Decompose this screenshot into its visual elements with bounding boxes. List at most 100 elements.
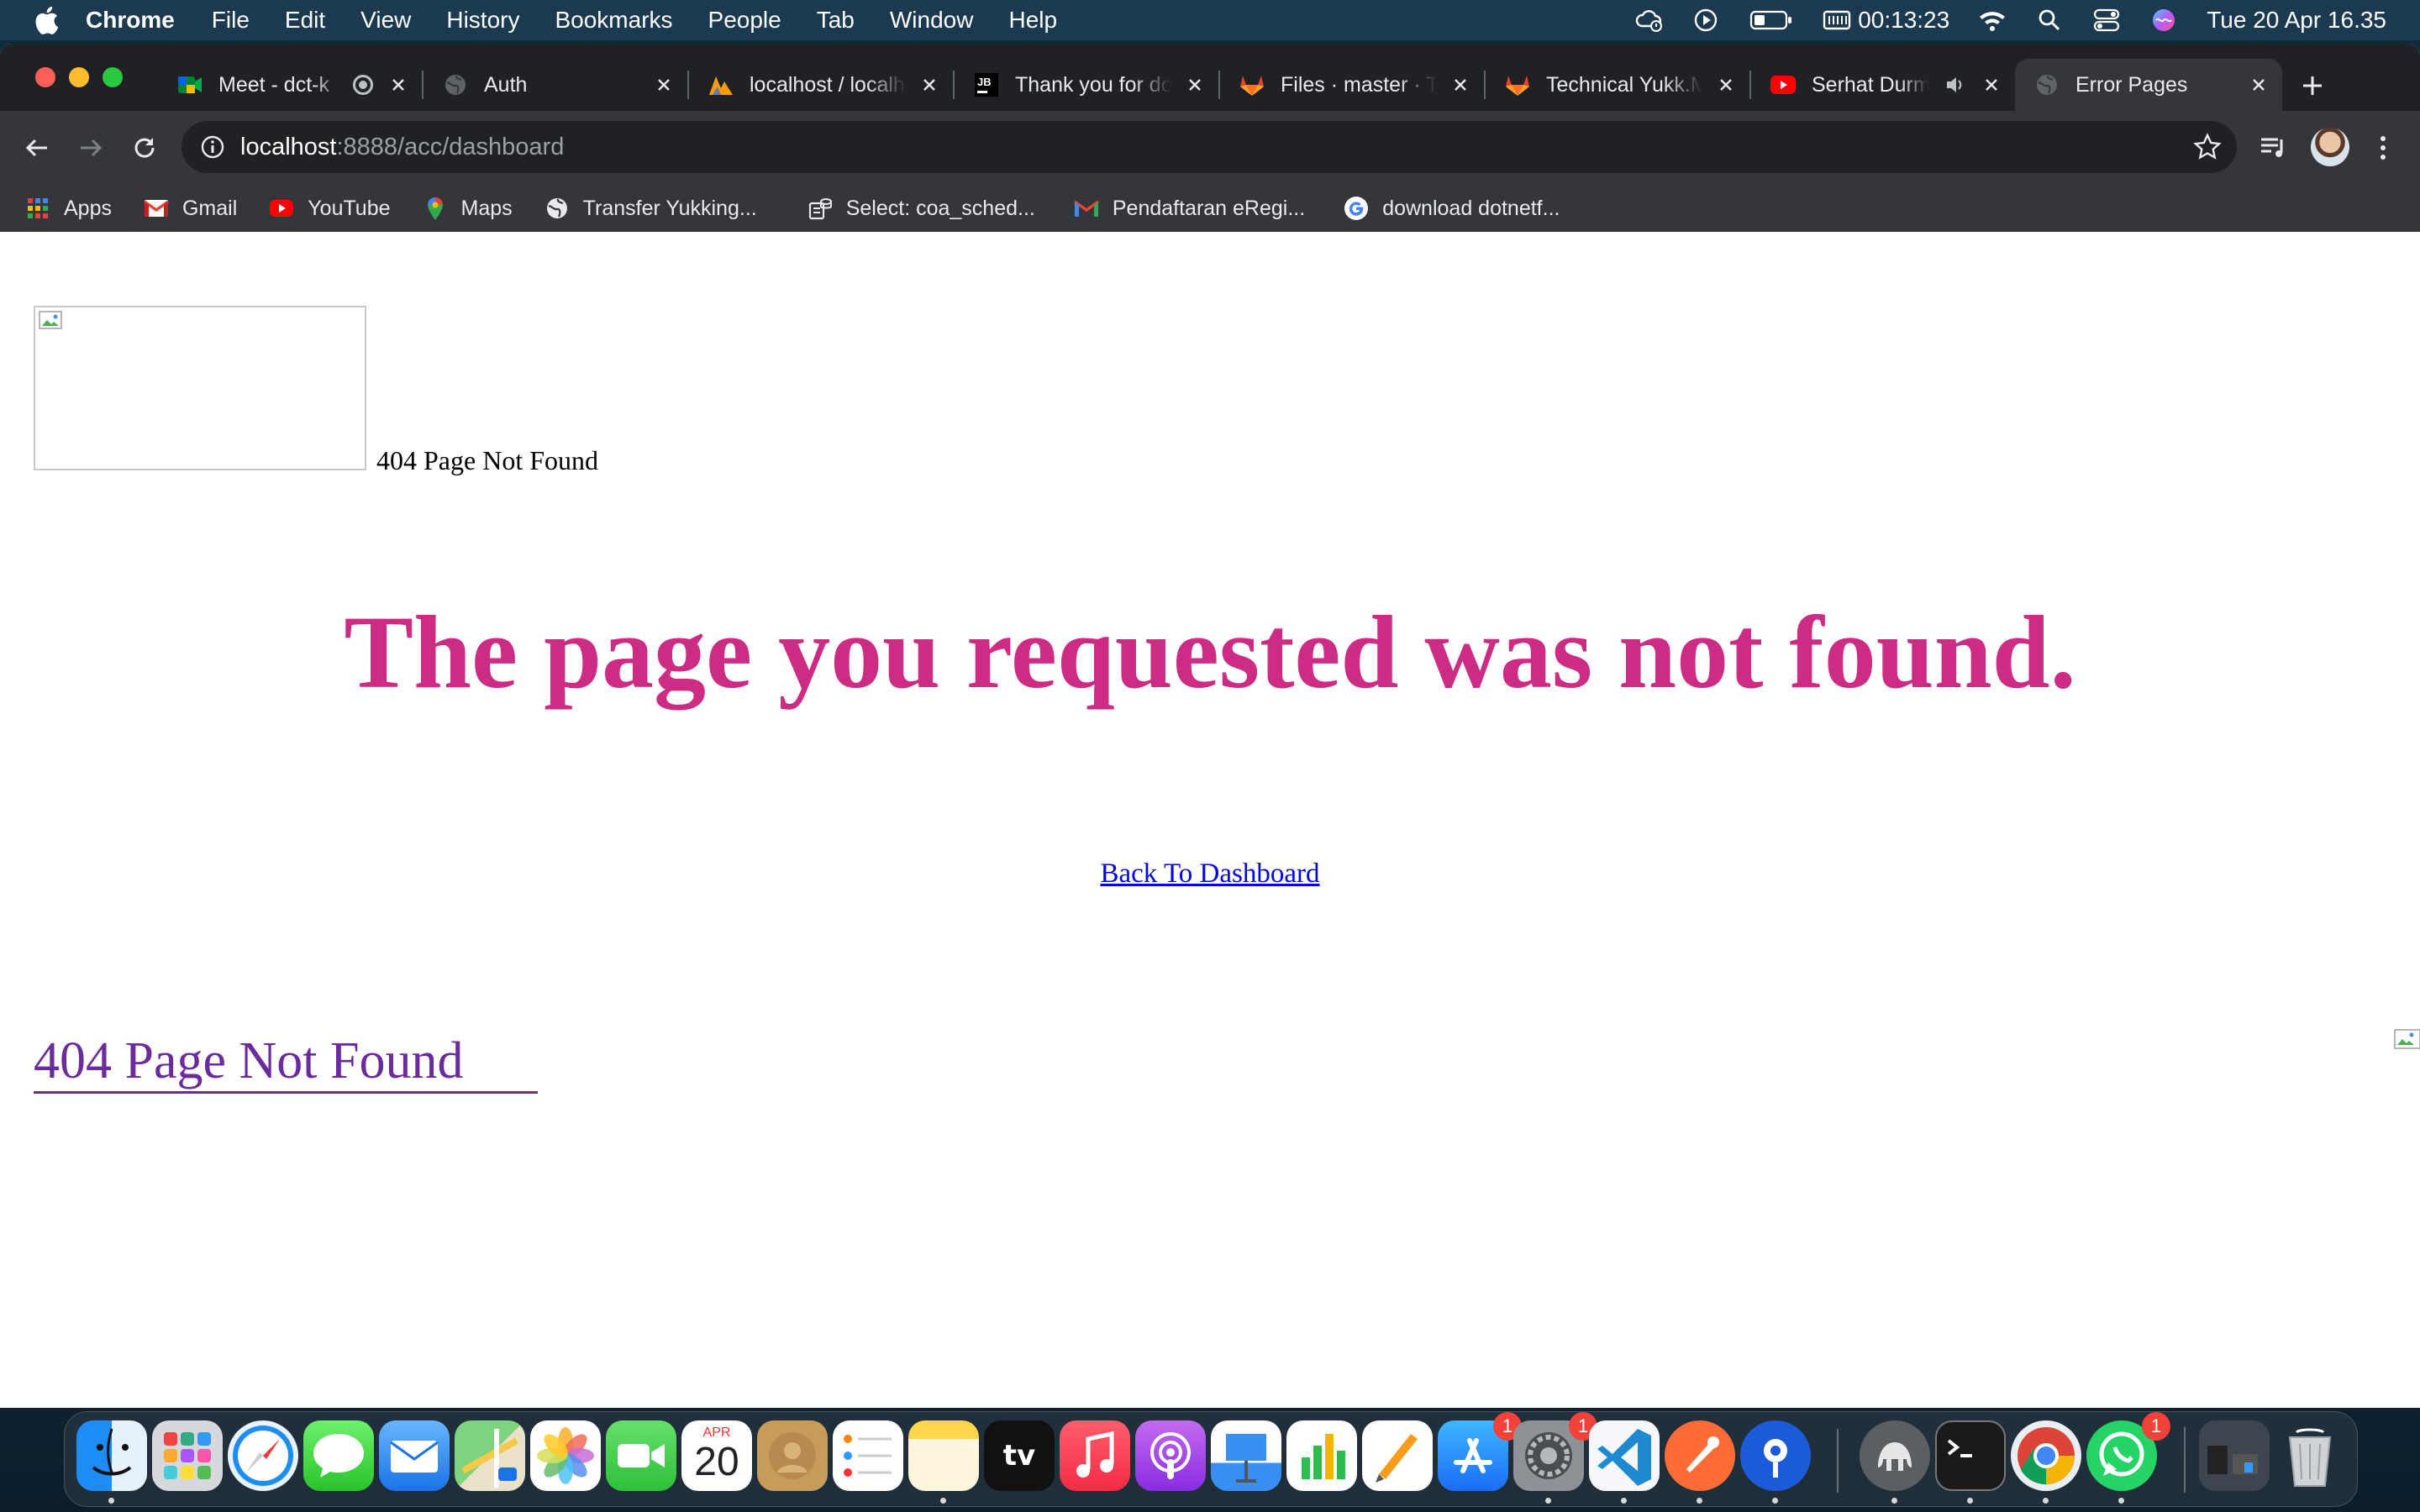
photos-icon[interactable] bbox=[530, 1420, 601, 1491]
cloud-sync-icon[interactable] bbox=[1634, 6, 1663, 34]
tab-close-icon[interactable] bbox=[652, 73, 676, 97]
mail-icon[interactable] bbox=[379, 1420, 450, 1491]
window-minimize-button[interactable] bbox=[69, 67, 89, 87]
bookmark-dotnet[interactable]: download dotnetf... bbox=[1344, 196, 1560, 221]
bookmark-youtube[interactable]: YouTube bbox=[269, 196, 391, 221]
play-circle-icon[interactable] bbox=[1691, 6, 1720, 34]
svg-text:JB: JB bbox=[977, 76, 992, 88]
tab-phpmyadmin[interactable]: localhost / localh bbox=[689, 59, 955, 111]
numbers-icon[interactable] bbox=[1286, 1420, 1357, 1491]
tab-close-icon[interactable] bbox=[387, 73, 410, 97]
tab-auth[interactable]: Auth bbox=[424, 59, 689, 111]
chrome-window: Meet - dct-k Auth localhost / localh JB … bbox=[0, 44, 2420, 1408]
tab-close-icon[interactable] bbox=[1449, 73, 1472, 97]
apple-menu-icon[interactable] bbox=[34, 5, 64, 35]
tab-meet[interactable]: Meet - dct-k bbox=[158, 59, 424, 111]
contacts-icon[interactable] bbox=[757, 1420, 828, 1491]
maps-icon[interactable] bbox=[455, 1420, 525, 1491]
tab-jetbrains[interactable]: JB Thank you for do bbox=[955, 59, 1220, 111]
bookmark-transfer[interactable]: Transfer Yukking... bbox=[544, 196, 757, 221]
menu-app-name[interactable]: Chrome bbox=[86, 7, 175, 34]
bookmark-apps[interactable]: Apps bbox=[25, 196, 112, 221]
tab-close-icon[interactable] bbox=[1714, 73, 1738, 97]
running-indicator bbox=[1967, 1498, 1973, 1504]
tab-close-icon[interactable] bbox=[2247, 73, 2270, 97]
messages-icon[interactable] bbox=[303, 1420, 374, 1491]
bookmark-star-icon[interactable] bbox=[2193, 133, 2222, 161]
notes-icon[interactable] bbox=[908, 1420, 979, 1491]
menu-edit[interactable]: Edit bbox=[285, 7, 325, 34]
tab-gitlab-technical[interactable]: Technical Yukk.M bbox=[1486, 59, 1751, 111]
back-to-dashboard-link[interactable]: Back To Dashboard bbox=[1100, 858, 1319, 889]
pages-icon[interactable] bbox=[1362, 1420, 1433, 1491]
calendar-icon[interactable]: APR 20 bbox=[681, 1420, 752, 1491]
tab-error-pages[interactable]: Error Pages bbox=[2015, 59, 2282, 111]
menu-history[interactable]: History bbox=[446, 7, 519, 34]
tab-close-icon[interactable] bbox=[918, 73, 941, 97]
podcasts-icon[interactable] bbox=[1135, 1420, 1206, 1491]
dock-divider bbox=[1837, 1429, 1839, 1493]
siri-icon[interactable] bbox=[2149, 6, 2178, 34]
menu-window[interactable]: Window bbox=[890, 7, 974, 34]
running-indicator bbox=[1891, 1498, 1897, 1504]
facetime-icon[interactable] bbox=[606, 1420, 676, 1491]
terminal-icon[interactable] bbox=[1935, 1420, 2006, 1491]
menu-view[interactable]: View bbox=[360, 7, 411, 34]
proxyman-icon[interactable] bbox=[1740, 1420, 1811, 1491]
finder-icon[interactable] bbox=[76, 1420, 147, 1491]
battery-icon[interactable] bbox=[1749, 6, 1794, 34]
profile-avatar[interactable] bbox=[2311, 128, 2349, 166]
audio-playing-icon[interactable] bbox=[1944, 74, 1966, 96]
reminders-icon[interactable] bbox=[833, 1420, 903, 1491]
tableplus-icon[interactable] bbox=[1860, 1420, 1930, 1491]
globe-icon bbox=[544, 196, 570, 221]
safari-icon[interactable] bbox=[228, 1420, 298, 1491]
control-center-icon[interactable] bbox=[2092, 6, 2121, 34]
menu-file[interactable]: File bbox=[212, 7, 250, 34]
window-close-button[interactable] bbox=[35, 67, 55, 87]
menu-people[interactable]: People bbox=[708, 7, 781, 34]
launchpad-icon[interactable] bbox=[152, 1420, 223, 1491]
tab-youtube[interactable]: Serhat Durm bbox=[1751, 59, 2015, 111]
recording-indicator-icon bbox=[353, 75, 373, 95]
menu-help[interactable]: Help bbox=[1008, 7, 1057, 34]
trash-icon[interactable] bbox=[2275, 1420, 2345, 1491]
apps-grid-icon bbox=[25, 196, 50, 221]
tab-gitlab-files[interactable]: Files · master · T bbox=[1220, 59, 1486, 111]
apple-tv-label: tv bbox=[1002, 1439, 1036, 1473]
apple-tv-icon[interactable]: tv bbox=[984, 1420, 1055, 1491]
menubar-clock[interactable]: Tue 20 Apr 16.35 bbox=[2207, 7, 2386, 34]
spotlight-search-icon[interactable] bbox=[2035, 6, 2064, 34]
downloads-stack-icon[interactable] bbox=[2199, 1420, 2270, 1491]
site-info-icon[interactable] bbox=[198, 133, 227, 161]
broken-image-icon bbox=[2394, 1029, 2420, 1049]
postman-icon[interactable] bbox=[1665, 1420, 1735, 1491]
arrow-left-icon bbox=[25, 139, 47, 157]
bookmark-label: Maps bbox=[460, 196, 513, 220]
menu-bookmarks[interactable]: Bookmarks bbox=[555, 7, 672, 34]
tab-title: Files · master · T bbox=[1281, 72, 1437, 97]
bookmark-gmail[interactable]: Gmail bbox=[143, 196, 237, 221]
keynote-icon[interactable] bbox=[1211, 1420, 1281, 1491]
new-tab-button[interactable] bbox=[2296, 69, 2329, 102]
window-zoom-button[interactable] bbox=[103, 67, 123, 87]
bookmark-maps[interactable]: Maps bbox=[423, 196, 513, 221]
tab-close-icon[interactable] bbox=[1183, 73, 1207, 97]
reload-button[interactable] bbox=[126, 129, 163, 166]
url-path: :8888/acc/dashboard bbox=[336, 133, 565, 160]
back-button[interactable] bbox=[18, 129, 55, 166]
forward-button[interactable] bbox=[72, 129, 109, 166]
chrome-icon[interactable] bbox=[2011, 1420, 2081, 1491]
bookmark-select-coa[interactable]: Select: coa_sched... bbox=[808, 196, 1035, 221]
bookmark-pendaftaran[interactable]: Pendaftaran eRegi... bbox=[1073, 196, 1305, 221]
address-bar[interactable]: localhost:8888/acc/dashboard bbox=[182, 121, 2237, 173]
media-control-button[interactable] bbox=[2255, 129, 2292, 166]
memory-timer[interactable]: 00:13:23 bbox=[1823, 7, 1949, 34]
tab-close-icon[interactable] bbox=[1980, 73, 2003, 97]
vscode-icon[interactable] bbox=[1589, 1420, 1660, 1491]
music-icon[interactable] bbox=[1060, 1420, 1130, 1491]
wifi-icon[interactable] bbox=[1978, 6, 2007, 34]
chrome-menu-button[interactable] bbox=[2365, 129, 2402, 166]
running-indicator bbox=[940, 1498, 946, 1504]
menu-tab[interactable]: Tab bbox=[817, 7, 855, 34]
